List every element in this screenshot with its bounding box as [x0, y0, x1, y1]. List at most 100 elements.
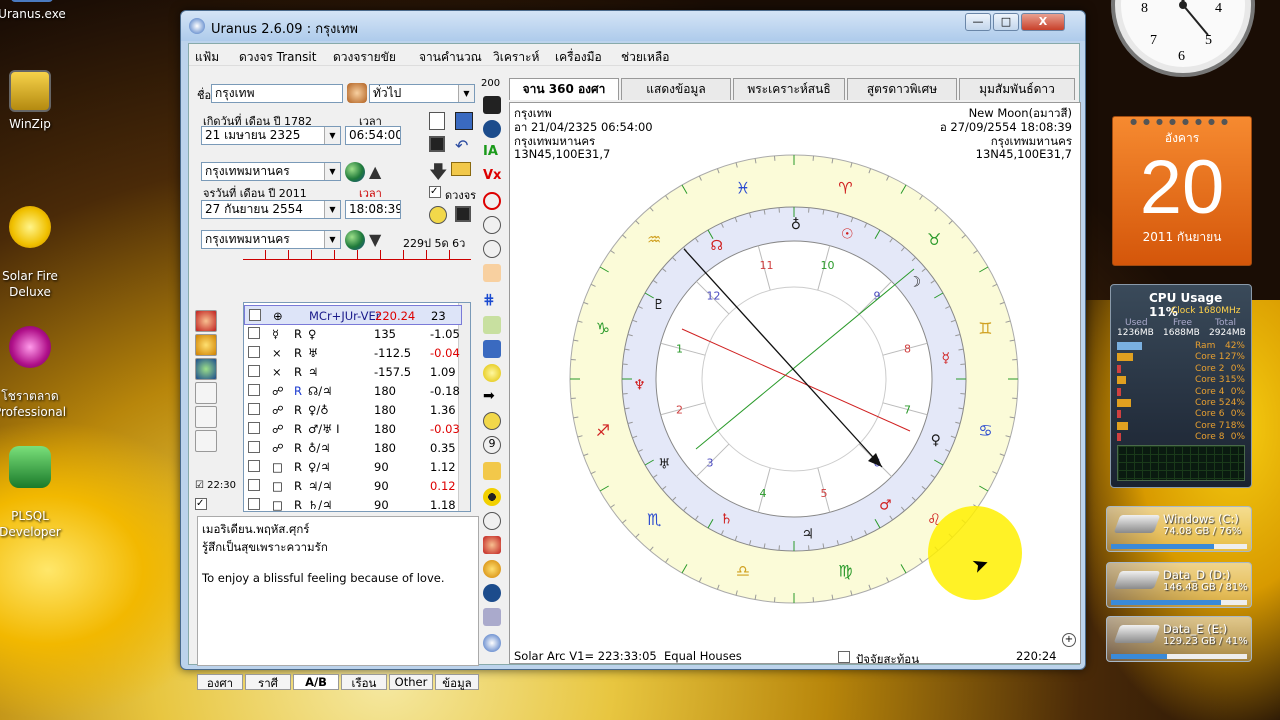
people-icon[interactable]: [347, 83, 367, 103]
globe-icon[interactable]: [483, 584, 501, 602]
menu-file[interactable]: แฟ้ม: [195, 48, 219, 67]
tab-show-data[interactable]: แสดงข้อมูล: [621, 78, 731, 100]
settings-icon[interactable]: [483, 634, 501, 652]
table-row[interactable]: × R ♃ -157.5 1.09: [244, 362, 462, 382]
menu-transit[interactable]: ดวงจร Transit: [239, 48, 316, 67]
print-icon[interactable]: [195, 406, 217, 428]
copy-icon[interactable]: [195, 382, 217, 404]
pencil-icon[interactable]: [483, 316, 501, 334]
ascendant-icon[interactable]: IA: [483, 144, 501, 162]
triangle-icon[interactable]: ▲: [369, 162, 381, 181]
birth-date-field[interactable]: 21 เมษายน 2325 ▼: [201, 126, 341, 145]
desktop-icon-solarfire[interactable]: Solar Fire Deluxe: [0, 190, 70, 316]
row-checkbox[interactable]: [248, 365, 260, 377]
globe-icon[interactable]: [195, 358, 217, 380]
tab-other[interactable]: Other: [389, 674, 433, 690]
row-checkbox[interactable]: [248, 422, 260, 434]
folder-icon[interactable]: [451, 162, 471, 176]
drive-d[interactable]: Data_D (D:) 146.48 GB / 81%: [1106, 562, 1252, 608]
transit-time-field[interactable]: 18:08:39: [345, 200, 401, 219]
drive-e[interactable]: Data_E (E:) 129.23 GB / 41%: [1106, 616, 1252, 662]
table-row[interactable]: ☍ R ♁/♃ 180 0.35: [244, 438, 462, 458]
row-checkbox[interactable]: [248, 384, 260, 396]
side-checkbox[interactable]: ✓: [195, 498, 207, 510]
chart-edit-icon[interactable]: [455, 112, 473, 130]
reflect-checkbox[interactable]: [838, 651, 850, 663]
square-icon[interactable]: [483, 216, 501, 234]
table-row[interactable]: ⊕ MCr+JUr-VEr 220.24 23: [244, 305, 462, 325]
wrench-icon[interactable]: [483, 512, 501, 530]
table-row[interactable]: ☿ R ♀ 135 -1.05: [244, 324, 462, 344]
row-checkbox[interactable]: [248, 441, 260, 453]
transit-date-field[interactable]: 27 กันยายน 2554 ▼: [201, 200, 341, 219]
save-icon[interactable]: [483, 96, 501, 114]
person-icon[interactable]: [195, 310, 217, 332]
gear-icon[interactable]: [483, 560, 501, 578]
table-row[interactable]: □ R ♀/♃ 90 1.12: [244, 457, 462, 477]
tab-degree[interactable]: องศา: [197, 674, 243, 690]
transit-place-field[interactable]: กรุงเทพมหานคร ▼: [201, 230, 341, 249]
chart-edit-icon[interactable]: [483, 340, 501, 358]
tab-special-formula[interactable]: สูตรดาวพิเศษ: [847, 78, 957, 100]
interpretation-notes[interactable]: เมอริเดียน.พฤหัส.ศุกร์ รู้สึกเป็นสุขเพรา…: [197, 516, 479, 666]
zoom-level[interactable]: 200: [481, 78, 503, 96]
search-icon[interactable]: [195, 430, 217, 452]
menu-progression[interactable]: ดวงจรายขัย: [333, 48, 396, 67]
row-checkbox[interactable]: [248, 498, 260, 510]
table-row[interactable]: ☍ R ☊/♃ 180 -0.18: [244, 381, 462, 401]
type-select[interactable]: ทั่วไป ▼: [369, 84, 475, 103]
maximize-button[interactable]: □: [993, 13, 1019, 31]
no-icon[interactable]: [483, 240, 501, 258]
grid-icon[interactable]: ⋕: [483, 292, 501, 310]
bulb-icon[interactable]: [483, 364, 501, 382]
table-row[interactable]: ☍ R ♀/♁ 180 1.36: [244, 400, 462, 420]
title-bar[interactable]: Uranus 2.6.09 : กรุงเทพ — □ X: [181, 11, 1085, 41]
circle-icon[interactable]: [483, 192, 501, 210]
people-icon[interactable]: [483, 264, 501, 282]
desktop-icon-winzip[interactable]: WinZip: [0, 70, 70, 132]
table-row[interactable]: □ R ♃/♃ 90 0.12: [244, 476, 462, 496]
row-checkbox[interactable]: [248, 346, 260, 358]
tab-info[interactable]: ข้อมูล: [435, 674, 479, 690]
sun-icon[interactable]: [195, 334, 217, 356]
drive-c[interactable]: Windows (C:) 74.08 GB / 76%: [1106, 506, 1252, 552]
row-checkbox[interactable]: [248, 327, 260, 339]
vertex-icon[interactable]: Vx: [483, 168, 501, 186]
tab-ab[interactable]: A/B: [293, 674, 339, 690]
tab-sign[interactable]: ราศี: [245, 674, 291, 690]
folder-icon[interactable]: [483, 462, 501, 480]
zoom-in-icon[interactable]: +: [1062, 633, 1076, 647]
radiation-icon[interactable]: [483, 488, 501, 506]
desktop-icon-horoscope[interactable]: โชราตลาด Professional: [0, 310, 70, 436]
table-row[interactable]: ☍ R ♂/♅ I 180 -0.03: [244, 419, 462, 439]
transit-checkbox[interactable]: ✓: [429, 186, 441, 198]
row-checkbox[interactable]: [248, 403, 260, 415]
save-icon[interactable]: [455, 206, 471, 222]
tab-planet-conjunction[interactable]: พระเคราะห์สนธิ: [733, 78, 845, 100]
birth-time-field[interactable]: 06:54:00: [345, 126, 401, 145]
globe-icon[interactable]: [345, 230, 365, 250]
globe-icon[interactable]: [345, 162, 365, 182]
person-icon[interactable]: [483, 536, 501, 554]
menu-tools[interactable]: เครื่องมือ: [555, 48, 602, 67]
tab-house[interactable]: เรือน: [341, 674, 387, 690]
desktop-icon-plsql[interactable]: PLSQL Developer: [0, 430, 70, 556]
undo-icon[interactable]: ↶: [455, 136, 468, 155]
clock-icon[interactable]: [429, 206, 447, 224]
arrow-right-icon[interactable]: ➡: [483, 388, 501, 406]
print-icon[interactable]: [483, 608, 501, 626]
tab-aspects[interactable]: มุมสัมพันธ์ดาว: [959, 78, 1075, 100]
menu-calculate[interactable]: จานคำนวณ: [419, 48, 482, 67]
table-row[interactable]: × R ♅ -112.5 -0.04: [244, 343, 462, 363]
minimize-button[interactable]: —: [965, 13, 991, 31]
tab-wheel-360[interactable]: จาน 360 องศา: [509, 78, 619, 100]
name-field[interactable]: กรุงเทพ: [211, 84, 343, 103]
globe-icon[interactable]: [483, 120, 501, 138]
clock-icon[interactable]: [483, 412, 501, 430]
save-icon[interactable]: [429, 136, 445, 152]
menu-analyze[interactable]: วิเคราะห์: [493, 48, 539, 67]
new-document-icon[interactable]: [429, 112, 445, 130]
birth-place-field[interactable]: กรุงเทพมหานคร ▼: [201, 162, 341, 181]
desktop-icon-uranus[interactable]: Uranus.exe: [0, 0, 72, 22]
side-time-checkbox[interactable]: ☑ 22:30: [195, 480, 236, 491]
